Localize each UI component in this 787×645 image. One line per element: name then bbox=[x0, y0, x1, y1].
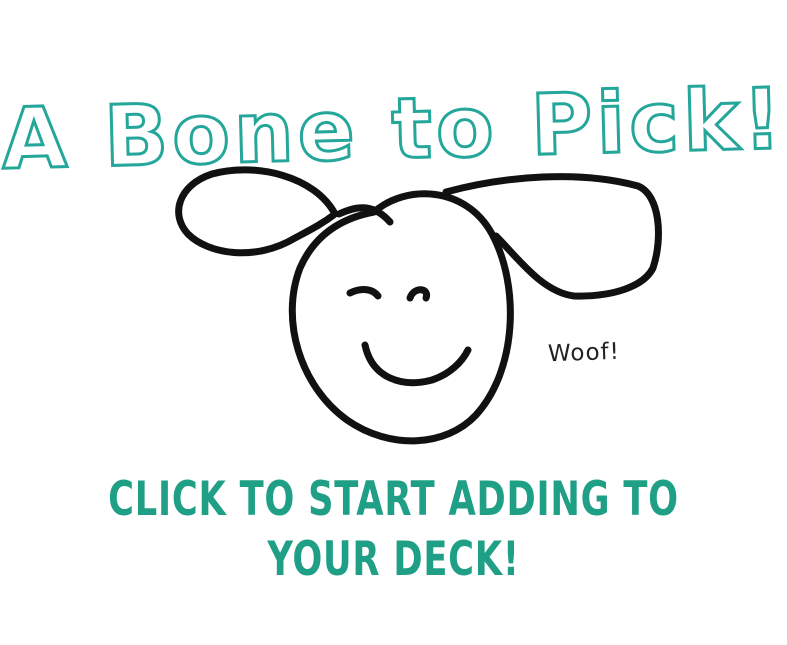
dog-face-icon bbox=[175, 166, 662, 445]
dog-left-ear bbox=[175, 166, 339, 257]
cta-line-1: CLICK TO START ADDING TO bbox=[108, 472, 679, 527]
woof-text: Woof! bbox=[547, 338, 621, 368]
dog-right-eye bbox=[406, 286, 431, 302]
start-adding-to-deck-button[interactable]: CLICK TO START ADDING TO YOUR DECK! bbox=[98, 470, 688, 590]
cta-line-2: YOUR DECK! bbox=[267, 532, 520, 587]
dog-smile bbox=[361, 341, 472, 387]
dog-left-eye bbox=[346, 286, 382, 300]
dog-right-ear bbox=[442, 173, 662, 300]
dog-head-outline bbox=[288, 190, 514, 445]
